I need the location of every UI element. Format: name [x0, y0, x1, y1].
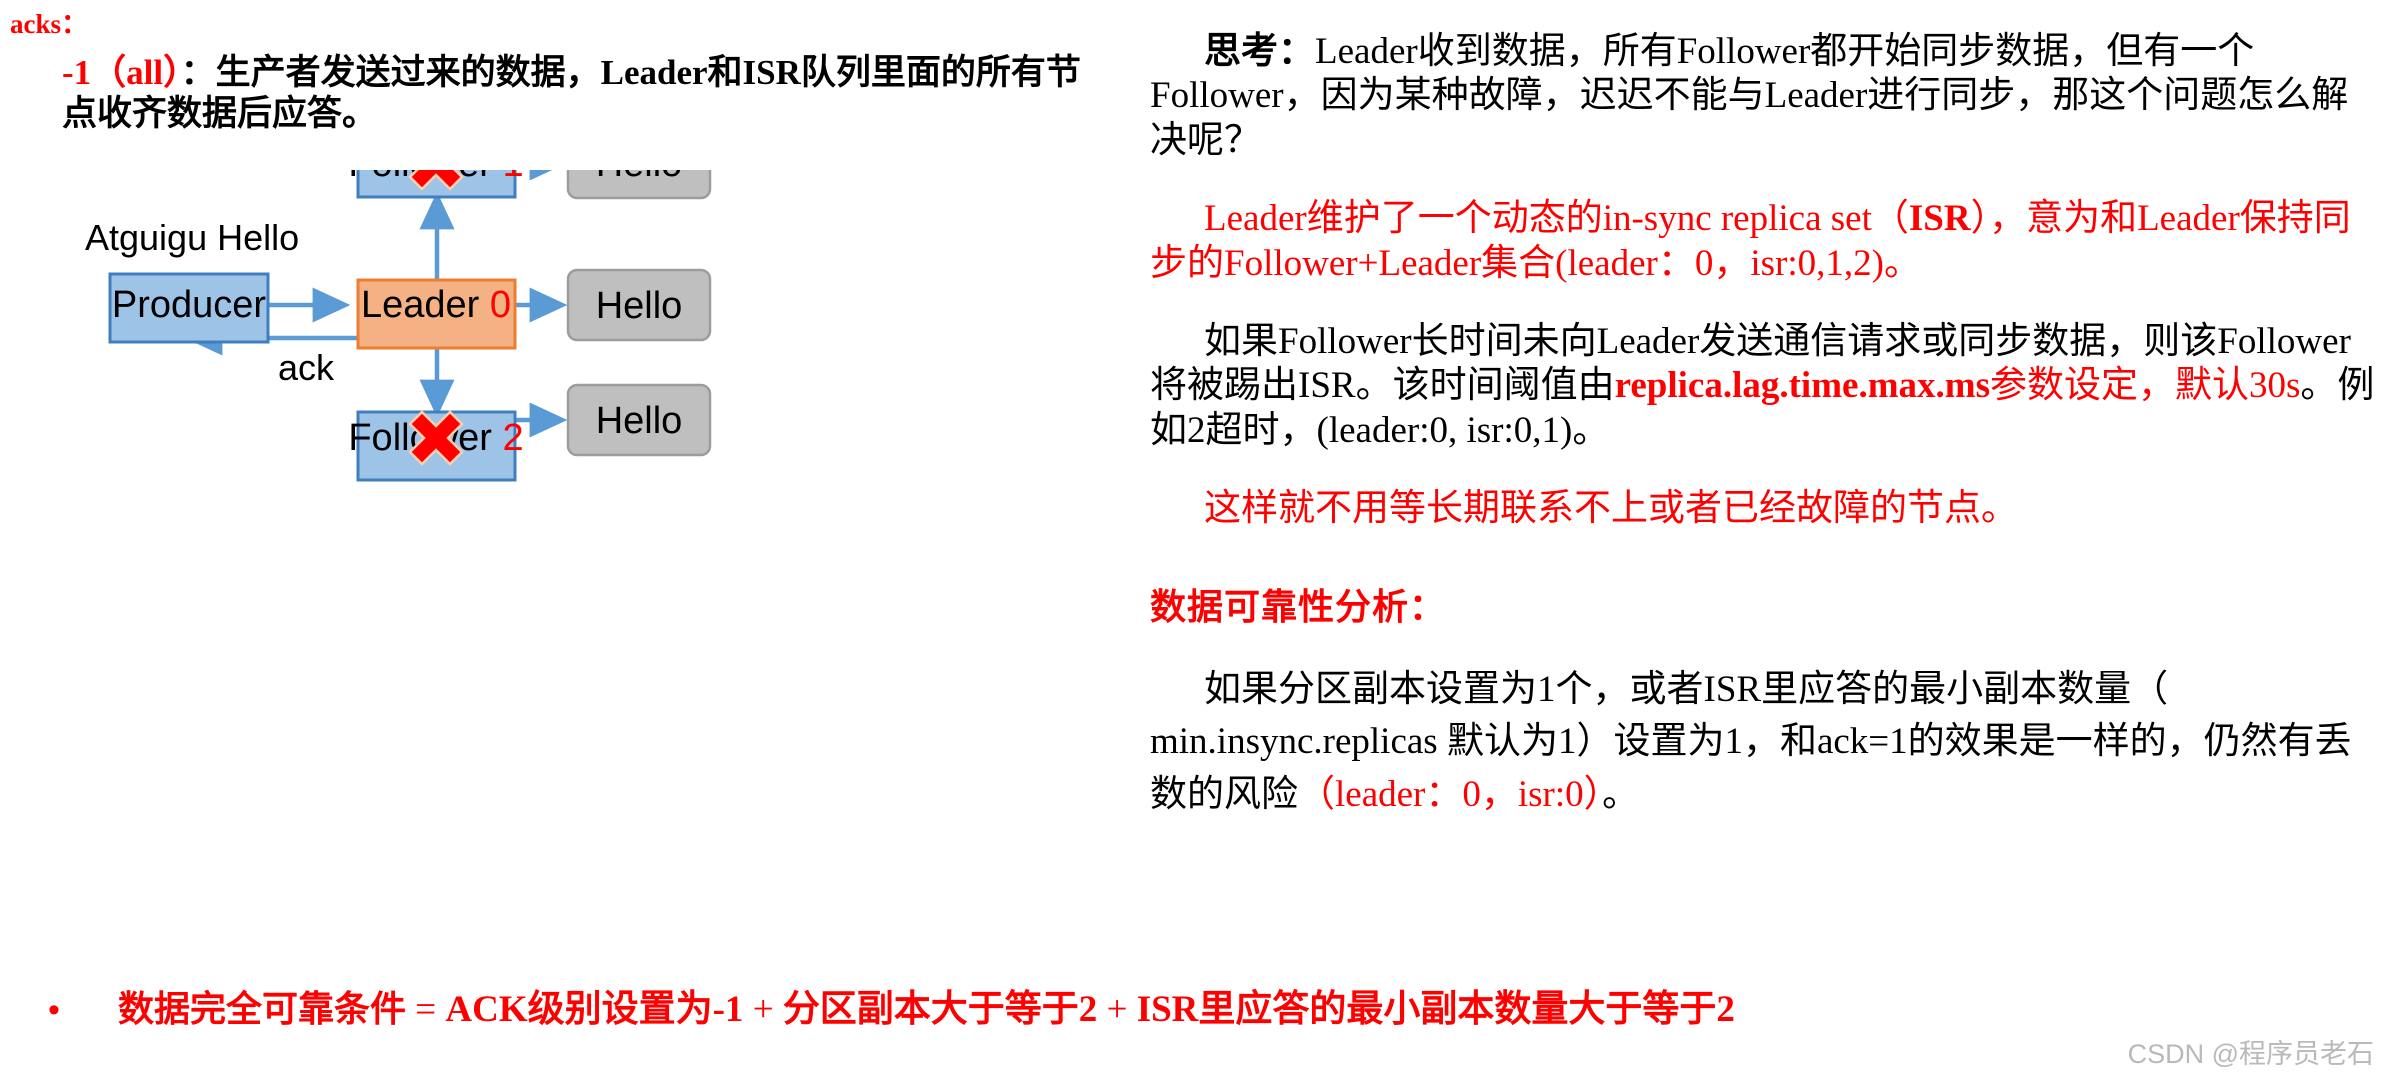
csdn-watermark: CSDN @程序员老石: [2127, 1039, 2374, 1069]
conclusion-cond-3: ISR里应答的最小副本数量大于等于2: [1136, 989, 1735, 1030]
node-leader: Leader 0: [356, 278, 517, 350]
isr-abbrev: ISR: [1908, 198, 1971, 240]
acks-label: acks：: [10, 9, 89, 39]
node-hello-1: Hello: [566, 170, 712, 200]
bottom-conclusion-line: • 数据完全可靠条件 = ACK级别设置为-1 + 分区副本大于等于2 + IS…: [48, 978, 2348, 1032]
diagram-caption-message: Atguigu Hello: [85, 217, 299, 258]
node-producer-label: Producer: [112, 284, 267, 326]
acks-value-all: -1（all）: [62, 53, 181, 92]
conclusion-cond-1: ACK级别设置为-1: [445, 989, 744, 1030]
node-hello-3-label: Hello: [596, 400, 683, 442]
reliability-analysis-heading: 数据可靠性分析：: [1150, 586, 1447, 628]
follower-timeout-b: 参数设定，默认30s: [1989, 365, 2301, 407]
isr-definition-a: Leader维护了一个动态的in-sync replica set（: [1204, 198, 1909, 240]
node-leader-label: Leader 0: [361, 284, 511, 326]
reliability-analysis-red: （leader：0，isr:0）: [1298, 773, 1603, 815]
reliability-analysis-paragraph: 如果分区副本设置为1个，或者ISR里应答的最小副本数量（ min.insync.…: [1150, 664, 2380, 822]
bottom-conclusion-text: 数据完全可靠条件 = ACK级别设置为-1 + 分区副本大于等于2 + ISR里…: [118, 978, 1735, 1032]
thinking-body: Leader收到数据，所有Follower都开始同步数据，但有一个Followe…: [1150, 31, 2349, 161]
reliability-analysis-b: 。: [1602, 773, 1640, 815]
no-wait-paragraph: 这样就不用等长期联系不上或者已经故障的节点。: [1204, 488, 2018, 530]
kafka-replication-diagram: Follower 1 Leader 0 Follower 2 Producer: [0, 170, 1130, 730]
conclusion-title: 数据完全可靠条件: [118, 989, 407, 1030]
thinking-paragraph: 思考：Leader收到数据，所有Follower都开始同步数据，但有一个Foll…: [1150, 30, 2380, 163]
node-hello-1-label: Hello: [596, 170, 683, 185]
bullet-icon: •: [48, 991, 60, 1029]
replica-lag-param: replica.lag.time.max.ms: [1614, 365, 1990, 407]
acks-description: -1（all）：生产者发送过来的数据，Leader和ISR队列里面的所有节点收齐…: [62, 52, 1112, 135]
right-explanation-column: 思考：Leader收到数据，所有Follower都开始同步数据，但有一个Foll…: [1150, 30, 2380, 821]
node-follower-1: Follower 1: [348, 170, 524, 199]
node-follower-2: Follower 2: [348, 410, 524, 482]
follower-timeout-paragraph: 如果Follower长时间未向Leader发送通信请求或同步数据，则该Follo…: [1150, 320, 2380, 453]
diagram-ack-label: ack: [278, 347, 335, 388]
node-hello-2: Hello: [566, 268, 712, 342]
conclusion-plus-1: +: [743, 989, 783, 1030]
node-hello-2-label: Hello: [596, 285, 683, 327]
conclusion-eq: =: [406, 989, 446, 1030]
node-producer: Producer: [108, 272, 270, 344]
conclusion-cond-2: 分区副本大于等于2: [782, 989, 1098, 1030]
isr-definition-paragraph: Leader维护了一个动态的in-sync replica set（ISR），意…: [1150, 197, 2380, 286]
conclusion-plus-2: +: [1097, 989, 1137, 1030]
acks-description-text: ：生产者发送过来的数据，Leader和ISR队列里面的所有节点收齐数据后应答。: [62, 53, 1081, 134]
node-hello-3: Hello: [566, 383, 712, 457]
thinking-lead: 思考：: [1204, 31, 1315, 72]
